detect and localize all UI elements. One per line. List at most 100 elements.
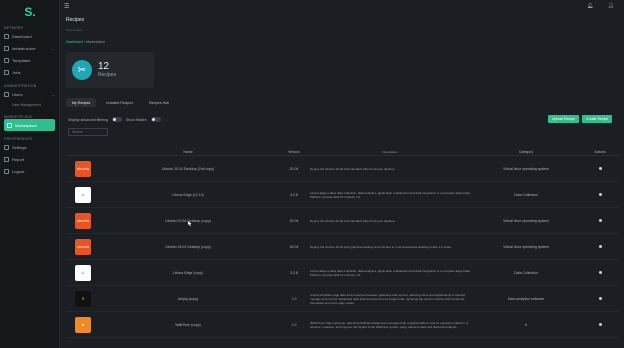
recipe-description: Deploy the Ubuntu 20.04 with standard Ub… — [310, 218, 396, 223]
search-input[interactable]: Search — [68, 128, 108, 136]
recipe-category: Virtual linux operating system — [503, 244, 549, 249]
sidebar-item-label: Infrastructure — [12, 45, 36, 51]
sidebar-item-marketplace[interactable]: Marketplace — [4, 119, 55, 131]
recipe-category: Virtual linux operating system — [503, 218, 549, 223]
table-row[interactable]: ubuntu Ubuntu 20.04 Desktop (2nd copy) 2… — [68, 156, 618, 182]
col-category[interactable]: Category — [470, 150, 582, 154]
create-recipe-button[interactable]: Create Recipe — [582, 115, 613, 123]
upload-recipe-button[interactable]: Upload Recipe — [548, 115, 579, 123]
sidebar-item-label: Dashboard — [12, 33, 32, 39]
sidebar-item-label: Report — [12, 156, 25, 162]
col-version[interactable]: Version — [278, 150, 310, 154]
more-options-icon[interactable] — [598, 218, 602, 222]
recipe-category: Data analytics software — [507, 296, 545, 301]
chevron-down-icon: ⌄ — [51, 91, 55, 97]
table-row[interactable]: ubuntu Ubuntu 20.04 Desktop (copy) 20.04… — [68, 208, 618, 234]
main-content: ☰ 🔔︎ 👤︎ Recipes Marketplace Dashboard / … — [60, 0, 624, 348]
table-row[interactable]: ubuntu Ubuntu 18.04 Desktop (copy) 18.04… — [68, 234, 618, 260]
server-icon — [4, 45, 9, 51]
account-icon[interactable]: 👤︎ — [608, 3, 614, 9]
sidebar-item-label: Logout — [12, 168, 25, 174]
sidebar-item-report[interactable]: Report — [0, 153, 59, 165]
sidebar-item-label: Jobs — [12, 69, 21, 75]
recipe-tabs: My Recipes Installed Recipes Recipes Hub — [66, 98, 175, 107]
recipe-name: WattTime (copy) — [175, 322, 201, 327]
recipe-logo-icon: ubuntu — [75, 212, 91, 229]
recipe-version: 3.2.8 — [290, 192, 298, 197]
recipe-logo-icon: ubuntu — [75, 238, 91, 255]
table-row[interactable]: ● WattTime (copy) 1.0 WattTime's state-o… — [68, 312, 618, 338]
recipe-logo: U — [68, 186, 98, 203]
col-name[interactable]: Name — [98, 150, 278, 154]
more-options-icon[interactable] — [598, 244, 602, 248]
breadcrumb: Dashboard / Marketplace — [66, 40, 105, 44]
recipe-logo: ● — [68, 316, 98, 333]
template-icon — [4, 57, 9, 63]
col-actions: Actions — [594, 149, 606, 154]
more-options-icon[interactable] — [598, 322, 602, 326]
sidebar-item-label: Templates — [12, 57, 31, 63]
recipe-logo: ubuntu — [68, 212, 98, 229]
sidebar-item-dashboard[interactable]: Dashboard — [0, 30, 59, 42]
more-options-icon[interactable] — [598, 296, 602, 300]
actions-cell — [582, 270, 618, 275]
col-description[interactable]: Description — [310, 150, 470, 154]
grid-icon — [4, 33, 9, 39]
sidebar-subitem-user-management[interactable]: User Management — [0, 100, 59, 109]
breadcrumb-current: Marketplace — [86, 40, 106, 44]
filter-controls: Display advanced filtering Show Hidden — [68, 117, 161, 122]
more-options-icon[interactable] — [598, 166, 602, 170]
recipe-description: WattTime's state-of-the-art, patented Ar… — [310, 320, 469, 329]
recipes-table: Name Version Description Category Action… — [68, 148, 618, 338]
cursor-icon — [188, 221, 192, 226]
sidebar-item-label: Users — [12, 91, 23, 97]
advanced-filter-label: Display advanced filtering — [68, 117, 108, 122]
sidebar-item-settings[interactable]: Settings — [0, 141, 59, 153]
more-options-icon[interactable] — [598, 192, 602, 196]
sidebar-item-jobs[interactable]: Jobs — [0, 66, 59, 78]
gear-icon — [4, 144, 9, 150]
more-options-icon[interactable] — [598, 270, 602, 274]
actions-cell — [582, 296, 618, 301]
report-icon — [4, 156, 9, 162]
recipe-version: 18.04 — [289, 244, 299, 249]
sidebar-item-users[interactable]: Users ⌄ — [0, 88, 59, 100]
recipe-description: Litmus Edge unifies data collection, dat… — [310, 190, 470, 199]
recipe-logo-icon: U — [75, 264, 91, 281]
tools-icon: ✂ — [72, 60, 92, 80]
tab-recipes-hub[interactable]: Recipes Hub — [143, 98, 175, 107]
recipe-logo-icon: ubuntu — [75, 160, 91, 177]
bell-icon[interactable]: 🔔︎ — [587, 3, 593, 9]
recipes-count: 12 — [98, 61, 110, 72]
user-icon — [4, 91, 9, 97]
actions-cell — [582, 322, 618, 327]
menu-icon[interactable]: ☰ — [64, 3, 69, 10]
table-header: Name Version Description Category Action… — [68, 148, 618, 156]
brand-logo[interactable]: S. — [0, 4, 60, 20]
advanced-filter-toggle[interactable] — [111, 117, 122, 122]
sidebar-item-templates[interactable]: Templates — [0, 54, 59, 66]
recipes-count-label: Recipes — [98, 72, 117, 78]
table-row[interactable]: ≡ Ampiq (copy) 1.0 Ampiq simplifies edge… — [68, 286, 618, 312]
sidebar-item-label: Marketplace — [15, 122, 37, 128]
recipe-version: 1.0 — [291, 322, 297, 327]
jobs-icon — [4, 69, 9, 75]
recipe-logo: ubuntu — [68, 238, 98, 255]
show-hidden-toggle[interactable] — [150, 117, 161, 122]
recipe-version: 3.2.8 — [290, 270, 298, 275]
recipe-logo-icon: ≡ — [75, 290, 91, 307]
tab-installed-recipes[interactable]: Installed Recipes — [100, 98, 139, 107]
recipe-description: Ampiq simplifies edge data and resources… — [310, 292, 466, 305]
sidebar-item-infrastructure[interactable]: Infrastructure ⌄ — [0, 42, 59, 54]
recipe-name: Litmus Edge (copy) — [172, 270, 204, 275]
breadcrumb-home[interactable]: Dashboard — [66, 40, 83, 44]
page-subtitle: Marketplace — [66, 28, 83, 32]
recipe-description: Litmus Edge unifies data collection, dat… — [310, 268, 470, 277]
table-row[interactable]: U Litmus Edge (12.13) 3.2.8 Litmus Edge … — [68, 182, 618, 208]
sidebar-item-logout[interactable]: Logout — [0, 165, 59, 177]
recipe-name: Ampiq (copy) — [177, 296, 199, 301]
recipe-name: Ubuntu 18.04 Desktop (copy) — [165, 244, 211, 249]
tab-my-recipes[interactable]: My Recipes — [66, 98, 97, 107]
logout-icon — [4, 168, 9, 174]
table-row[interactable]: U Litmus Edge (copy) 3.2.8 Litmus Edge u… — [68, 260, 618, 286]
